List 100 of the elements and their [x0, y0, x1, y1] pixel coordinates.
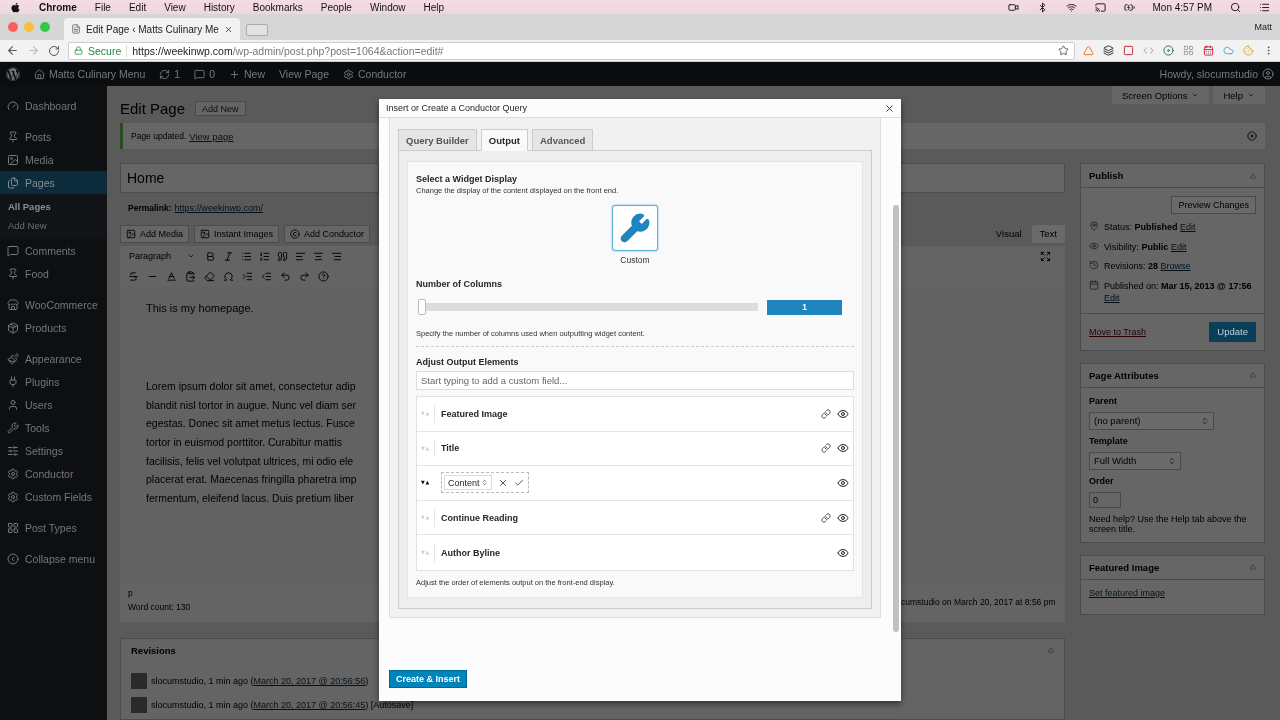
output-element-row[interactable]: Featured Image [417, 397, 853, 432]
menu-item[interactable]: People [320, 1, 352, 13]
order-field[interactable]: 0 [1089, 491, 1121, 508]
trash-link[interactable]: Move to Trash [1089, 326, 1147, 337]
menu-item[interactable]: Edit [128, 1, 147, 13]
eye-icon[interactable] [837, 511, 849, 524]
eye-icon[interactable] [837, 546, 849, 559]
tab[interactable]: Advanced [531, 129, 594, 151]
new-tab-button[interactable] [245, 24, 268, 36]
updates-link[interactable]: 1 [159, 68, 181, 80]
slider-thumb[interactable] [418, 299, 426, 315]
view-page-link[interactable]: View page [189, 130, 234, 142]
media-button[interactable]: Instant Images [194, 224, 280, 243]
tab[interactable]: Query Builder [398, 129, 477, 151]
menu-item[interactable]: Help [423, 1, 445, 13]
tab[interactable]: Output [480, 129, 528, 151]
align-right-icon[interactable] [331, 250, 342, 262]
menu-item[interactable]: File [94, 1, 111, 13]
redo-icon[interactable] [299, 270, 310, 282]
sidebar-item[interactable]: Tools [0, 416, 107, 439]
menu-item[interactable]: History [203, 1, 235, 13]
italic-icon[interactable] [223, 250, 234, 262]
output-element-row[interactable]: Content [417, 466, 853, 501]
align-left-icon[interactable] [295, 250, 306, 262]
sidebar-item[interactable]: Media [0, 148, 107, 171]
apple-icon[interactable] [10, 1, 21, 13]
submenu-item[interactable]: Add New [0, 216, 107, 235]
title-field[interactable]: Home [120, 163, 379, 193]
reload-icon[interactable] [48, 44, 60, 57]
close-icon[interactable] [223, 24, 233, 34]
preview-changes-button[interactable]: Preview Changes [1171, 196, 1256, 214]
media-button[interactable]: Add Conductor [284, 224, 371, 243]
set-featured-image-link[interactable]: Set featured image [1089, 587, 1166, 598]
conductor-link[interactable]: Conductor [343, 68, 407, 80]
output-element-row[interactable]: Title [417, 431, 853, 467]
new-link[interactable]: New [229, 68, 265, 80]
collapse-toggle-icon[interactable] [1250, 564, 1256, 571]
output-element-row[interactable]: Continue Reading [417, 500, 853, 536]
browser-tab[interactable]: Edit Page ‹ Matts Culinary Me [64, 18, 240, 40]
strikethrough-icon[interactable] [128, 270, 139, 282]
link-icon[interactable] [821, 443, 831, 454]
menu-item[interactable]: Window [369, 1, 406, 13]
menu-item[interactable]: View [164, 1, 186, 13]
eye-icon[interactable] [837, 407, 849, 420]
sidebar-item[interactable]: Post Types [0, 516, 107, 539]
profile-name[interactable]: Matt [1254, 22, 1272, 32]
sidebar-item[interactable]: WooCommerce [0, 293, 107, 316]
media-button[interactable]: Add Media [120, 224, 190, 243]
app-menu[interactable]: Chrome [39, 1, 77, 13]
numbered-list-icon[interactable] [259, 250, 270, 262]
camera-icon[interactable] [1007, 1, 1019, 13]
edit-link[interactable]: Browse [1160, 261, 1191, 272]
square-icon[interactable] [1123, 45, 1134, 56]
dismiss-icon[interactable] [1247, 131, 1257, 141]
account-link[interactable]: Howdy, slocumstudio [1159, 68, 1274, 80]
menu-item[interactable]: Bookmarks [252, 1, 303, 13]
grid-icon[interactable] [1183, 45, 1194, 56]
sidebar-item[interactable]: Products [0, 316, 107, 339]
layers-icon[interactable] [1103, 45, 1114, 56]
eraser-icon[interactable] [204, 270, 215, 282]
collapse-toggle-icon[interactable] [1048, 647, 1054, 653]
cancel-icon[interactable] [497, 478, 508, 488]
template-select[interactable]: Full Width [1089, 451, 1181, 470]
scrollbar-thumb[interactable] [893, 205, 899, 632]
sidebar-item[interactable]: Food [0, 262, 107, 285]
confirm-icon[interactable] [513, 478, 524, 488]
outdent-icon[interactable] [261, 270, 272, 282]
sidebar-item[interactable]: Custom Fields [0, 485, 107, 508]
star-icon[interactable] [1058, 45, 1069, 56]
cast-icon[interactable] [1094, 1, 1106, 13]
link-icon[interactable] [821, 512, 831, 523]
help-icon[interactable] [318, 270, 329, 282]
cookie-icon[interactable] [1243, 45, 1254, 56]
edit-link[interactable]: Edit [1180, 222, 1196, 232]
edit-link[interactable]: Edit [1170, 241, 1187, 252]
close-light[interactable] [8, 22, 18, 32]
disc-icon[interactable] [1163, 45, 1174, 56]
undo-icon[interactable] [280, 270, 291, 282]
paste-icon[interactable] [185, 270, 196, 282]
bold-icon[interactable] [205, 250, 216, 262]
bullet-list-icon[interactable] [241, 250, 252, 262]
quote-icon[interactable] [277, 250, 288, 262]
add-new-button[interactable]: Add New [195, 101, 246, 116]
collapse-toggle-icon[interactable] [1250, 372, 1256, 379]
calendar-icon[interactable] [1203, 45, 1214, 56]
output-element-row[interactable]: Author Byline [417, 535, 853, 570]
wifi-icon[interactable] [1065, 1, 1077, 13]
text-color-icon[interactable] [166, 270, 177, 282]
comments-link[interactable]: 0 [194, 68, 215, 80]
screen-options-tab[interactable]: Screen Options [1111, 86, 1210, 104]
help-tab[interactable]: Help [1213, 86, 1265, 104]
view-page-link[interactable]: View Page [279, 68, 329, 80]
sidebar-item[interactable]: Dashboard [0, 94, 107, 117]
create-insert-button[interactable]: Create & Insert [389, 670, 468, 688]
update-button[interactable]: Update [1209, 321, 1256, 342]
sidebar-item[interactable]: Users [0, 393, 107, 416]
wordpress-icon[interactable] [6, 67, 20, 81]
sidebar-item[interactable]: Settings [0, 439, 107, 462]
cloud-icon[interactable] [1223, 45, 1234, 56]
eye-icon[interactable] [837, 442, 849, 455]
